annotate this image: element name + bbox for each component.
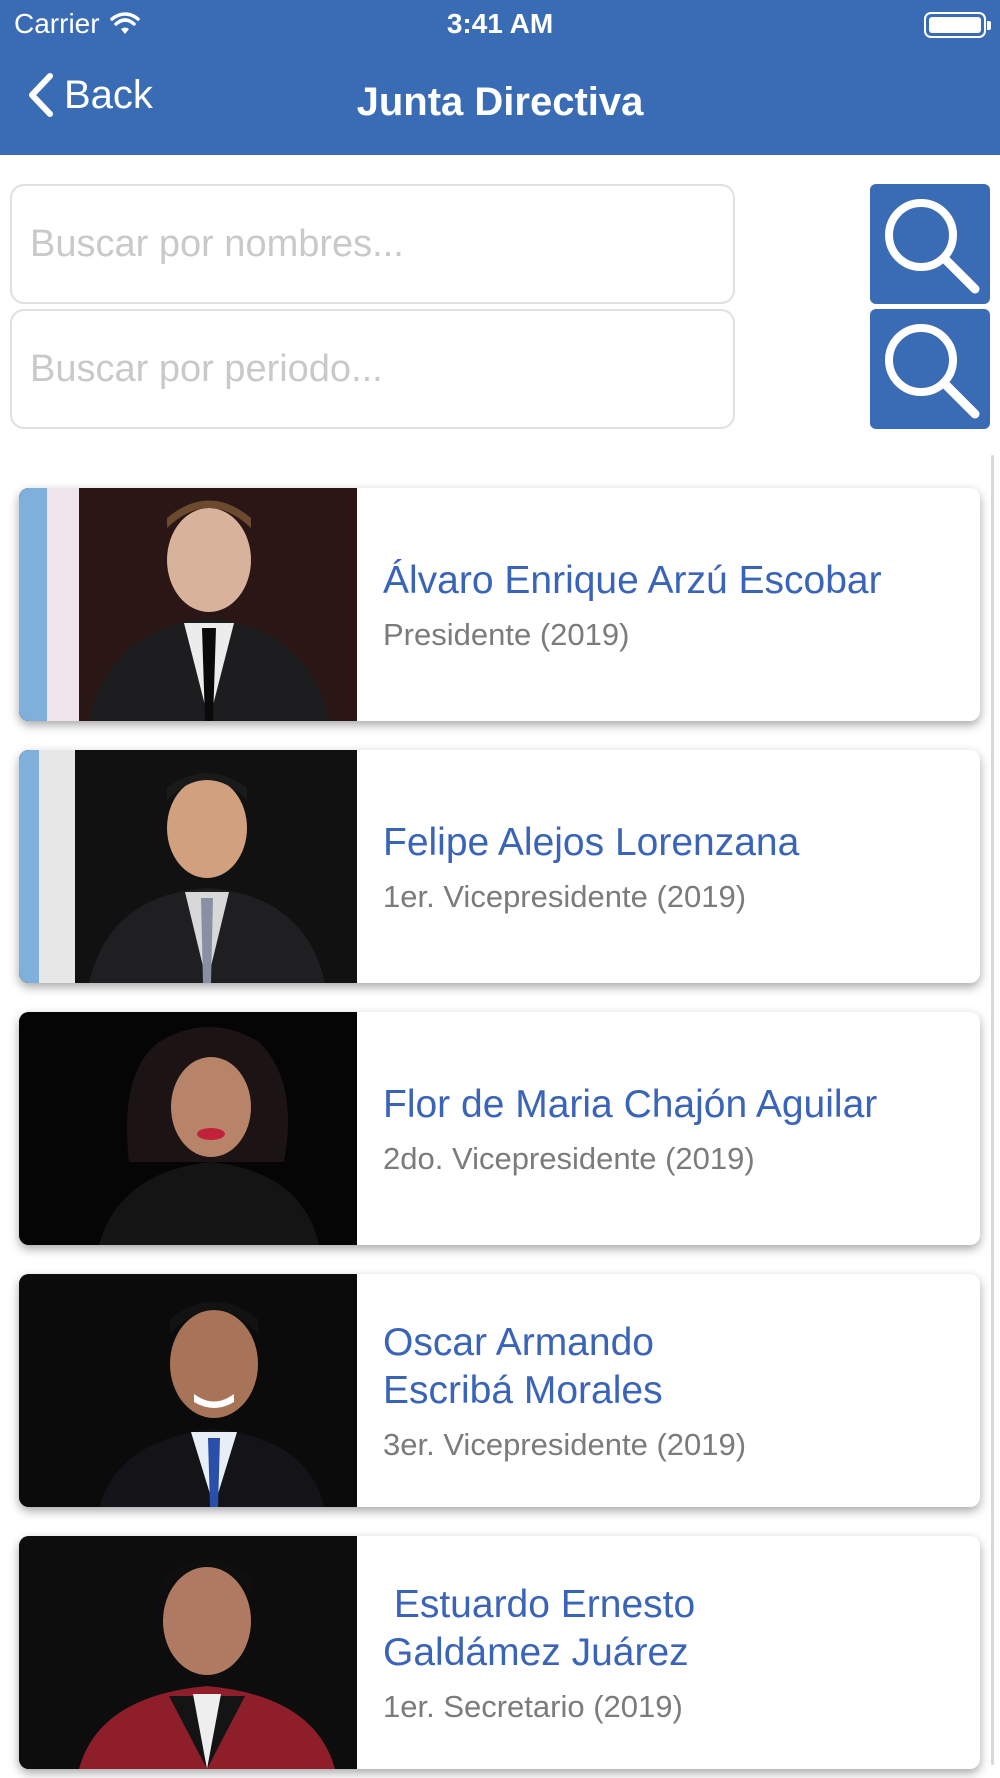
member-name: Felipe Alejos Lorenzana [383,820,800,864]
member-name: Álvaro Enrique Arzú Escobar [383,558,882,602]
status-time: 3:41 AM [446,8,554,39]
status-bar: Carrier 3:41 AM [0,0,1000,50]
member-name: Oscar Armando Escribá Morales [383,1320,663,1412]
member-role: 2do. Vicepresidente (2019) [383,1140,755,1176]
member-card[interactable]: Flor de Maria Chajón Aguilar 2do. Vicepr… [19,1012,980,1245]
member-photo [19,750,357,983]
search-period-button[interactable] [870,309,990,429]
search-names-button[interactable] [870,184,990,304]
scrollbar[interactable] [991,455,994,1765]
member-card[interactable]: Estuardo Ernesto Galdámez Juárez 1er. Se… [19,1536,980,1769]
search-icon [885,199,980,294]
member-card[interactable]: Oscar Armando Escribá Morales 3er. Vicep… [19,1274,980,1507]
member-photo [19,1012,357,1245]
search-period-input[interactable] [10,309,735,429]
member-photo [19,1536,357,1769]
member-role: 3er. Vicepresidente (2019) [383,1426,747,1462]
member-card[interactable]: Álvaro Enrique Arzú Escobar Presidente (… [19,488,980,721]
search-names-input[interactable] [10,184,735,304]
member-role: Presidente (2019) [383,616,630,652]
member-info: Estuardo Ernesto Galdámez Juárez 1er. Se… [383,1536,960,1769]
member-card[interactable]: Felipe Alejos Lorenzana 1er. Vicepreside… [19,750,980,983]
member-photo [19,1274,357,1507]
member-name: Estuardo Ernesto Galdámez Juárez [383,1582,696,1674]
top-bar: Carrier 3:41 AM Back Junta Directiva [0,0,1000,155]
member-info: Felipe Alejos Lorenzana 1er. Vicepreside… [383,750,960,983]
page-title: Junta Directiva [356,80,644,124]
member-info: Flor de Maria Chajón Aguilar 2do. Vicepr… [383,1012,960,1245]
member-name: Flor de Maria Chajón Aguilar [383,1082,878,1126]
navigation-bar: Back Junta Directiva [0,60,1000,140]
member-role: 1er. Vicepresidente (2019) [383,878,747,914]
member-info: Oscar Armando Escribá Morales 3er. Vicep… [383,1274,960,1507]
search-icon [885,324,980,419]
member-role: 1er. Secretario (2019) [383,1688,683,1724]
battery-icon [924,12,991,38]
member-photo [19,488,357,721]
member-info: Álvaro Enrique Arzú Escobar Presidente (… [383,488,960,721]
